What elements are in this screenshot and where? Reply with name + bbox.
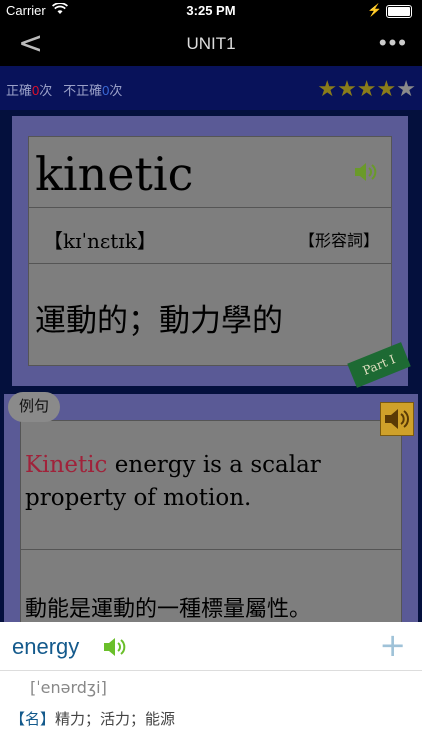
clock: 3:25 PM [186, 3, 236, 18]
example-badge: 例句 [8, 392, 60, 422]
star-icon: ★ [356, 76, 377, 101]
star-rating: ★★★★★ [317, 76, 416, 102]
example-card[interactable]: Kinetic energy is a scalar property of m… [4, 392, 418, 642]
vocab-word: kinetic [35, 147, 194, 201]
word-meaning: 運動的；動力學的 [35, 303, 283, 338]
battery-icon [386, 5, 412, 18]
correct-label: 正確 [6, 83, 33, 98]
add-word-button[interactable]: + [379, 626, 406, 664]
page-title: UNIT1 [186, 34, 236, 53]
dictionary-popup: energy + [ˈenərdʒi] 【名】精力；活力；能源 [0, 622, 422, 750]
popup-definition-text: 精力；活力；能源 [55, 711, 176, 728]
status-bar: Carrier 3:25 PM ⚡ [0, 0, 422, 22]
star-icon: ★ [317, 76, 338, 101]
part-of-speech: 【形容詞】 [298, 233, 379, 250]
popup-pos-tag: 【名】 [10, 711, 56, 728]
star-empty-icon: ★ [396, 76, 416, 101]
correct-suffix: 次 [39, 83, 53, 98]
example-sentence: Kinetic energy is a scalar property of m… [25, 449, 385, 515]
phonetic: 【kɪˈnɛtɪk】 [43, 229, 157, 253]
divider [29, 207, 391, 208]
highlighted-keyword: Kinetic [25, 452, 108, 478]
divider [29, 263, 391, 264]
score-text: 正確0次 不正確0次 [6, 80, 122, 99]
word-card[interactable]: kinetic 【kɪˈnɛtɪk】 【形容詞】 運動的；動力學的 Part I [12, 116, 411, 388]
example-card-inner: Kinetic energy is a scalar property of m… [20, 420, 402, 642]
popup-speaker-icon[interactable] [102, 636, 128, 658]
example-translation: 動能是運動的一種標量屬性。 [25, 596, 312, 621]
flashcard-area: kinetic 【kɪˈnɛtɪk】 【形容詞】 運動的；動力學的 Part I… [0, 110, 422, 642]
wrong-label: 不正確 [63, 83, 103, 98]
speaker-icon[interactable] [353, 161, 377, 183]
word-card-inner: kinetic 【kɪˈnɛtɪk】 【形容詞】 運動的；動力學的 [28, 136, 392, 366]
star-icon: ★ [337, 76, 357, 101]
more-options-button[interactable]: ••• [379, 30, 408, 56]
score-bar: 正確0次 不正確0次 ★★★★★ [0, 66, 422, 110]
popup-phonetic: [ˈenərdʒi] [30, 678, 107, 697]
example-speaker-icon[interactable] [380, 402, 414, 436]
navigation-bar: < UNIT1 ••• [0, 22, 422, 66]
popup-word: energy [12, 634, 80, 659]
charging-icon: ⚡ [367, 3, 382, 17]
wrong-suffix: 次 [109, 83, 123, 98]
divider [21, 549, 401, 550]
star-icon: ★ [376, 76, 397, 101]
popup-definition: 【名】精力；活力；能源 [10, 708, 175, 729]
divider [0, 670, 422, 671]
